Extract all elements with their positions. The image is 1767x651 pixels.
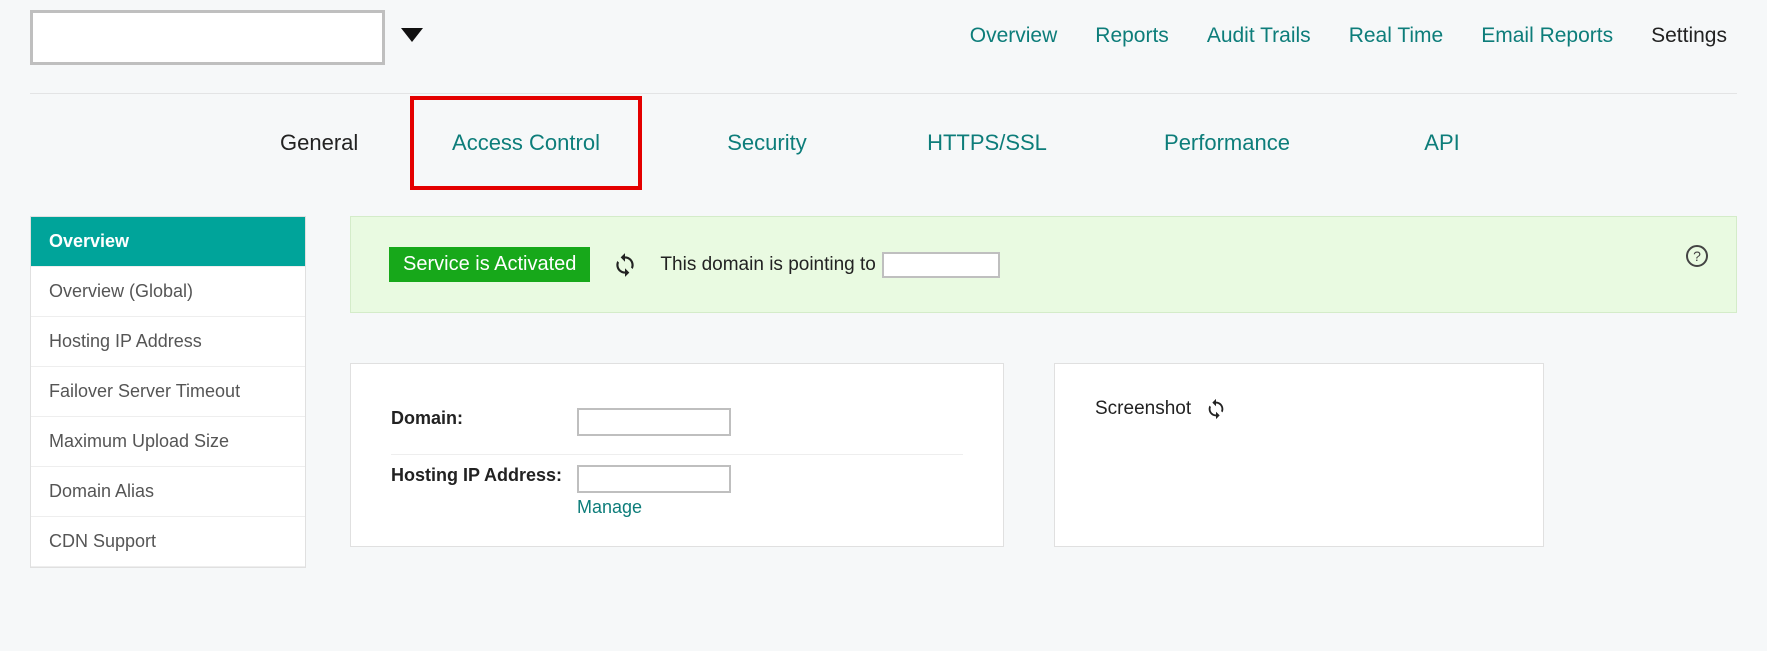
domain-selector[interactable] <box>30 10 385 65</box>
details-panel: Domain: Hosting IP Address: Manage <box>350 363 1004 547</box>
sidebar-item-overview[interactable]: Overview <box>31 217 305 267</box>
status-box: Service is Activated This domain is poin… <box>350 216 1737 313</box>
sidebar-item-hosting-ip[interactable]: Hosting IP Address <box>31 317 305 367</box>
top-nav: Overview Reports Audit Trails Real Time … <box>970 10 1737 48</box>
nav-settings[interactable]: Settings <box>1651 24 1727 48</box>
tab-security[interactable]: Security <box>642 100 842 186</box>
domain-value-box <box>577 408 731 436</box>
subtabs: General Access Control Security HTTPS/SS… <box>0 94 1767 192</box>
domain-label: Domain: <box>391 408 577 429</box>
hosting-ip-value-box <box>577 465 731 493</box>
main-area: Service is Activated This domain is poin… <box>350 216 1737 547</box>
refresh-icon[interactable] <box>612 252 638 278</box>
pointing-value-box <box>882 252 1000 278</box>
screenshot-panel: Screenshot <box>1054 363 1544 547</box>
sidebar-item-overview-global[interactable]: Overview (Global) <box>31 267 305 317</box>
sidebar-item-max-upload[interactable]: Maximum Upload Size <box>31 417 305 467</box>
nav-overview[interactable]: Overview <box>970 24 1058 48</box>
nav-reports[interactable]: Reports <box>1095 24 1169 48</box>
help-icon[interactable]: ? <box>1686 245 1708 267</box>
field-domain: Domain: <box>391 398 963 455</box>
tab-https-ssl[interactable]: HTTPS/SSL <box>842 100 1072 186</box>
sidebar-item-domain-alias[interactable]: Domain Alias <box>31 467 305 517</box>
field-hosting-ip: Hosting IP Address: Manage <box>391 455 963 536</box>
sidebar-item-failover[interactable]: Failover Server Timeout <box>31 367 305 417</box>
nav-email[interactable]: Email Reports <box>1481 24 1613 48</box>
pointing-text: This domain is pointing to <box>660 254 875 276</box>
topbar: Overview Reports Audit Trails Real Time … <box>0 0 1767 65</box>
screenshot-label: Screenshot <box>1095 398 1191 420</box>
tab-general[interactable]: General <box>30 100 410 186</box>
caret-down-icon[interactable] <box>401 28 423 42</box>
refresh-icon[interactable] <box>1205 398 1227 420</box>
nav-realtime[interactable]: Real Time <box>1349 24 1444 48</box>
sidebar: Overview Overview (Global) Hosting IP Ad… <box>30 216 306 568</box>
panels: Domain: Hosting IP Address: Manage Scree… <box>350 363 1737 547</box>
content: Overview Overview (Global) Hosting IP Ad… <box>0 192 1767 568</box>
hosting-ip-label: Hosting IP Address: <box>391 465 577 486</box>
sidebar-item-cdn[interactable]: CDN Support <box>31 517 305 567</box>
status-badge: Service is Activated <box>389 247 590 282</box>
nav-audit[interactable]: Audit Trails <box>1207 24 1311 48</box>
tab-performance[interactable]: Performance <box>1072 100 1322 186</box>
tab-access-control[interactable]: Access Control <box>410 96 642 190</box>
tab-api[interactable]: API <box>1322 100 1522 186</box>
manage-link[interactable]: Manage <box>577 497 731 518</box>
